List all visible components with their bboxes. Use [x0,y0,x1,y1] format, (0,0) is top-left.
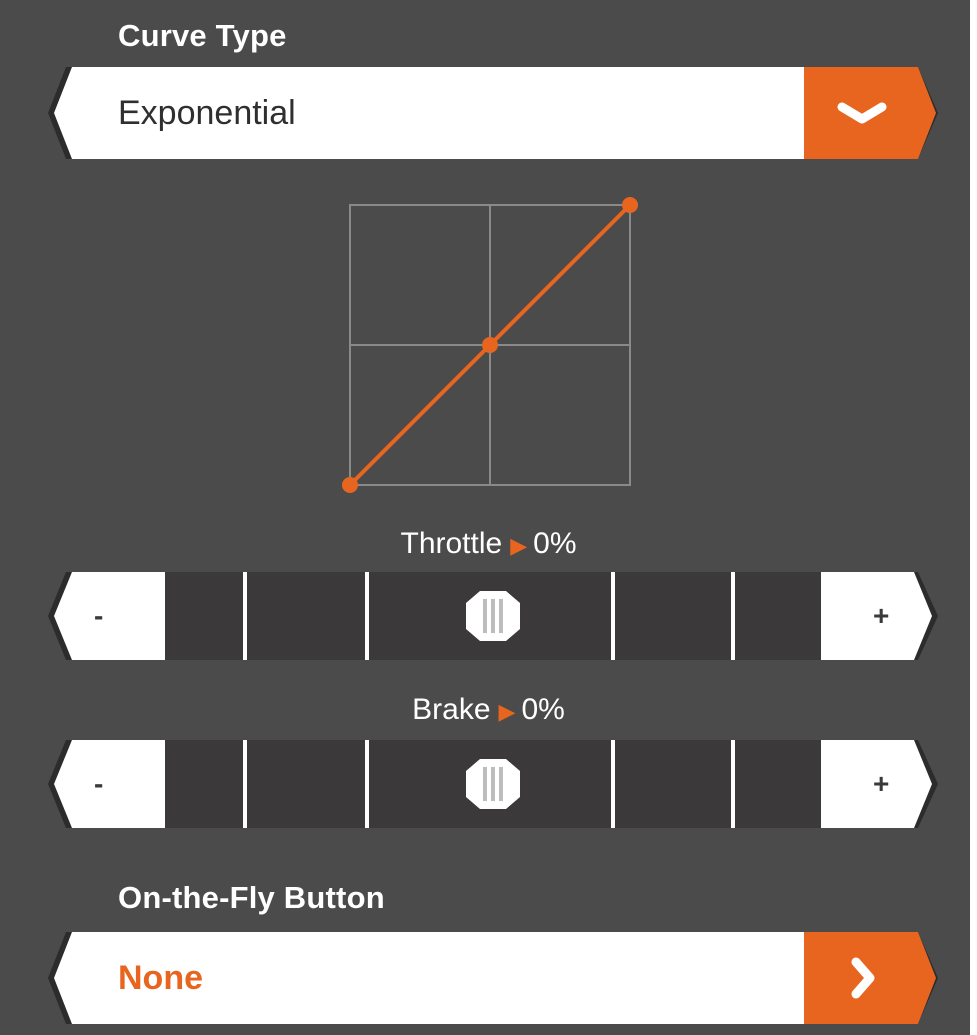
on-the-fly-title: On-the-Fly Button [118,880,385,915]
brake-track-segment [247,740,365,828]
brake-track-segment [735,740,821,828]
curve-type-select[interactable]: Exponential [48,67,938,159]
throttle-track-segment [247,572,365,660]
curve-type-value: Exponential [118,94,296,132]
curve-point [622,197,638,213]
brake-slider-handle[interactable] [466,759,520,809]
throttle-arrow-icon: ▶ [510,533,528,558]
throttle-slider-handle[interactable] [466,591,520,641]
brake-plus-label: + [873,768,890,799]
brake-track-segment [165,740,243,828]
curve-point [482,337,498,353]
brake-label-row: Brake ▶ 0% [0,693,977,727]
on-the-fly-select[interactable]: None [48,932,938,1024]
throttle-increase-button[interactable]: + [821,572,938,660]
curve-chart [342,197,638,493]
throttle-track-segment [615,572,731,660]
throttle-track-segment [735,572,821,660]
curve-type-title: Curve Type [118,18,287,53]
brake-increase-button[interactable]: + [821,740,938,828]
curve-type-dropdown-button[interactable] [804,67,938,159]
settings-panel: Curve Type Exponential Throttle ▶ 0% - +… [0,0,970,1035]
throttle-track-segment [165,572,243,660]
throttle-minus-label: - [94,600,104,631]
throttle-plus-label: + [873,600,890,631]
on-the-fly-value: None [118,959,203,997]
on-the-fly-next-button[interactable] [804,932,938,1024]
brake-arrow-icon: ▶ [498,699,516,724]
curve-point [342,477,358,493]
brake-label: Brake [412,693,491,726]
throttle-value: 0% [533,527,577,560]
brake-slider[interactable]: - + [48,740,938,828]
throttle-slider[interactable]: - + [48,572,938,660]
brake-track-segment [615,740,731,828]
throttle-label-row: Throttle ▶ 0% [0,527,977,561]
brake-minus-label: - [94,768,104,799]
throttle-decrease-button[interactable]: - [48,572,165,660]
throttle-label: Throttle [400,527,503,560]
brake-value: 0% [521,693,565,726]
brake-decrease-button[interactable]: - [48,740,165,828]
